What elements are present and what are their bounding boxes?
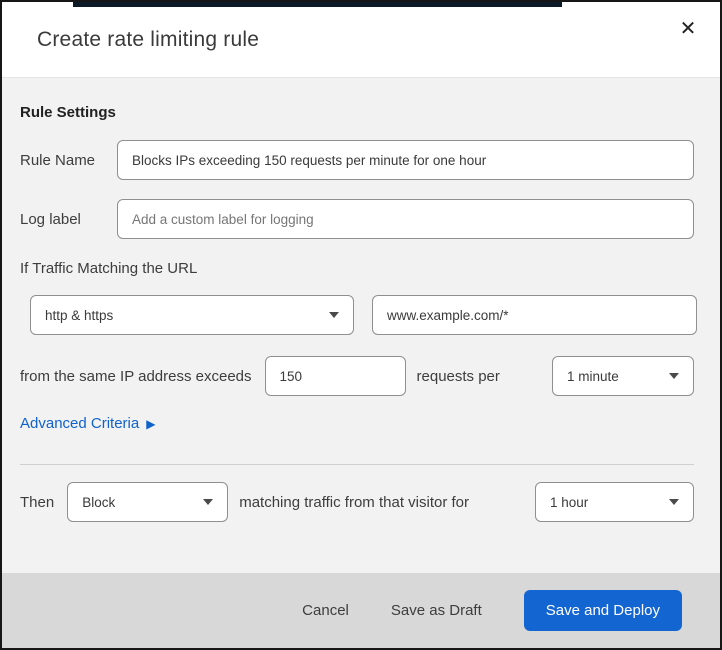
chevron-down-icon — [329, 312, 339, 318]
action-connector-text: matching traffic from that visitor for — [239, 493, 470, 511]
modal-header: Create rate limiting rule ✕ — [2, 2, 720, 78]
action-dropdown-value: Block — [82, 494, 116, 510]
log-label-label: Log label — [20, 210, 81, 228]
advanced-criteria-link[interactable]: Advanced Criteria ▶ — [20, 415, 155, 432]
section-divider — [20, 464, 694, 465]
log-label-row: Log label — [20, 199, 694, 239]
request-count-input[interactable] — [264, 356, 406, 396]
close-icon[interactable]: ✕ — [671, 12, 705, 46]
duration-dropdown-value: 1 hour — [550, 494, 589, 510]
modal-title: Create rate limiting rule — [37, 27, 260, 51]
url-pattern-input[interactable] — [372, 295, 697, 335]
chevron-down-icon — [669, 373, 679, 379]
modal-body: Rule Settings Rule Name Log label If Tra… — [2, 104, 720, 522]
period-dropdown-value: 1 minute — [567, 368, 619, 384]
expand-right-icon: ▶ — [146, 416, 156, 431]
action-row: Then Block matching traffic from that vi… — [20, 482, 694, 522]
scheme-dropdown-value: http & https — [45, 307, 114, 323]
advanced-criteria-label: Advanced Criteria — [20, 415, 140, 432]
chevron-down-icon — [669, 499, 679, 505]
save-as-draft-button[interactable]: Save as Draft — [391, 602, 482, 619]
scheme-dropdown[interactable]: http & https — [30, 295, 354, 335]
rule-settings-heading: Rule Settings — [20, 104, 116, 121]
action-dropdown[interactable]: Block — [67, 482, 229, 522]
traffic-match-row: http & https — [30, 295, 697, 335]
save-and-deploy-button[interactable]: Save and Deploy — [523, 590, 682, 631]
rule-name-row: Rule Name — [20, 140, 694, 180]
create-rate-limiting-rule-modal: Create rate limiting rule ✕ Rule Setting… — [0, 0, 722, 650]
cancel-button[interactable]: Cancel — [302, 602, 349, 619]
threshold-connector-text: requests per — [416, 367, 500, 385]
traffic-match-heading: If Traffic Matching the URL — [20, 260, 198, 277]
log-label-input[interactable] — [117, 199, 694, 239]
background-page-edge — [73, 2, 562, 7]
threshold-row: from the same IP address exceeds request… — [20, 356, 694, 396]
period-dropdown[interactable]: 1 minute — [552, 356, 694, 396]
action-prefix-text: Then — [20, 493, 55, 511]
modal-footer: Cancel Save as Draft Save and Deploy — [2, 573, 720, 648]
duration-dropdown[interactable]: 1 hour — [535, 482, 694, 522]
rule-name-input[interactable] — [117, 140, 694, 180]
chevron-down-icon — [203, 499, 214, 505]
rule-name-label: Rule Name — [20, 151, 96, 169]
threshold-prefix-text: from the same IP address exceeds — [20, 367, 252, 385]
